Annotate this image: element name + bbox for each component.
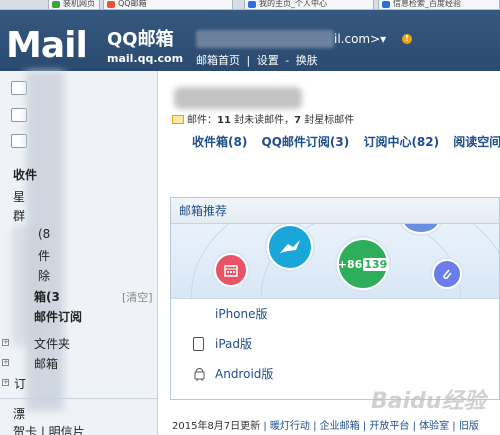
mail-home-link[interactable]: 邮箱首页 [196, 54, 240, 67]
sidebar-item-inbox[interactable]: 收件 [13, 166, 37, 183]
footer-link-warm-light[interactable]: 暖灯行动 [270, 421, 310, 432]
redacted-blur [12, 226, 42, 346]
sidebar-item-subscriptions[interactable]: 邮件订阅 [34, 308, 82, 325]
iphone-version-link[interactable]: iPhone版 [171, 299, 499, 329]
tab-favicon-icon [248, 1, 256, 8]
tab-label: 装机网页 [63, 0, 95, 8]
mail-logo[interactable]: Mail [6, 28, 88, 64]
user-email-text: il.com> [334, 32, 381, 46]
inbox-link[interactable]: 收件箱(8) [192, 135, 247, 149]
mail-summary: 邮件：11 封未读邮件，7 封星标邮件 [172, 111, 354, 126]
iphone-label: iPhone版 [215, 307, 268, 321]
tab-label: 信息检索_百度经验 [393, 0, 461, 8]
header-links: 邮箱首页 | 设置 - 换肤 [196, 52, 321, 68]
unread-text: 封未读邮件， [230, 115, 295, 126]
quick-links: 收件箱(8) QQ邮件订阅(3) 订阅中心(82) 阅读空间 [192, 133, 500, 150]
recommend-list: iPhone版 iPad版 Android版 [171, 299, 499, 389]
recommend-title: 邮箱推荐 [171, 198, 499, 224]
footer: 2015年8月7日更新 | 暖灯行动 | 企业邮箱 | 开放平台 | 体验室 |… [172, 421, 479, 432]
ipad-icon [193, 337, 204, 351]
greeting-card-link[interactable]: 贺卡 | 明信片 [13, 423, 85, 435]
sidebar-item-count[interactable]: (8 [38, 227, 50, 241]
sidebar: 收件 星 群 (8 件 除 箱(3 邮件订阅 [清空] + 文件夹 + 邮箱 +… [0, 71, 158, 435]
drift-bottle-link[interactable]: 漂 [13, 405, 25, 422]
recommend-panel: 邮箱推荐 +86 139 iPhone版 iPad版 Android版 [170, 197, 500, 400]
tab-2[interactable]: QQ邮箱 [103, 0, 233, 9]
qq-mail-brand: QQ邮箱 [107, 29, 174, 50]
summary-prefix: 邮件： [187, 115, 217, 126]
android-icon [193, 367, 206, 382]
envelope-icon [172, 115, 184, 124]
footer-link-lab[interactable]: 体验室 [419, 421, 449, 432]
sidebar-item-deleted[interactable]: 除 [38, 267, 50, 284]
separator: | [246, 54, 251, 67]
phone-number-icon[interactable]: +86 139 [337, 238, 389, 290]
reading-space-link[interactable]: 阅读空间 [453, 135, 500, 149]
compose-icon[interactable] [11, 81, 27, 95]
recommend-banner[interactable]: +86 139 [171, 224, 499, 299]
calendar-icon[interactable] [214, 253, 248, 287]
qq-subscription-link[interactable]: QQ邮件订阅(3) [262, 135, 350, 149]
chevron-down-icon[interactable]: ▾ [380, 32, 386, 46]
expand-icon[interactable]: + [2, 339, 9, 346]
user-greeting-blurred [174, 87, 302, 109]
tab-favicon-icon [107, 1, 115, 8]
update-date: 2015年8月7日更新 [172, 421, 261, 432]
phone-prefix: +86 [337, 257, 363, 271]
change-skin-link[interactable]: 换肤 [296, 54, 318, 67]
phone-number: 139 [363, 257, 389, 271]
sidebar-folders[interactable]: 文件夹 [34, 335, 70, 352]
android-label: Android版 [215, 367, 274, 381]
footer-link-old-version[interactable]: 旧版 [459, 421, 479, 432]
user-name-blurred [196, 30, 334, 48]
mail-domain: mail.qq.com [107, 52, 184, 65]
starred-text: 封星标邮件 [301, 115, 355, 126]
divider [0, 398, 157, 399]
tab-favicon-icon [52, 1, 60, 8]
baidu-watermark: Baidu经验 [371, 389, 486, 414]
footer-link-open-platform[interactable]: 开放平台 [369, 421, 409, 432]
apple-icon [193, 307, 206, 322]
tab-label: QQ邮箱 [118, 0, 147, 8]
bird-icon[interactable] [267, 224, 313, 270]
ipad-version-link[interactable]: iPad版 [171, 329, 499, 359]
subscription-center-link[interactable]: 订阅中心(82) [363, 135, 439, 149]
tab-label: 我的主页_个人中心 [259, 0, 327, 8]
tab-3[interactable]: 我的主页_个人中心 [244, 0, 374, 9]
browser-tab-strip: 装机网页 QQ邮箱 我的主页_个人中心 信息检索_百度经验 [0, 0, 500, 10]
expand-icon[interactable]: + [2, 359, 9, 366]
sidebar-item-groups[interactable]: 群 [13, 207, 25, 224]
sidebar-other-mailboxes[interactable]: 邮箱 [34, 355, 58, 372]
tab-favicon-icon [382, 1, 390, 8]
tab-4[interactable]: 信息检索_百度经验 [378, 0, 500, 9]
user-email[interactable]: il.com>▾ [334, 32, 386, 46]
expand-icon[interactable]: + [2, 379, 9, 386]
main-content: 邮件：11 封未读邮件，7 封星标邮件 收件箱(8) QQ邮件订阅(3) 订阅中… [159, 71, 500, 435]
unread-count[interactable]: 11 [217, 115, 231, 126]
sidebar-item-sent[interactable]: 件 [38, 247, 50, 264]
inbox-icon[interactable] [11, 108, 27, 122]
warning-icon[interactable]: ! [402, 34, 412, 44]
clear-spam-link[interactable]: [清空] [122, 289, 153, 305]
tab-1[interactable]: 装机网页 [48, 0, 100, 9]
sidebar-item-starred[interactable]: 星 [13, 188, 25, 205]
ipad-label: iPad版 [215, 337, 253, 351]
attachment-icon[interactable] [432, 259, 462, 289]
contacts-icon[interactable] [11, 134, 27, 148]
separator: - [285, 54, 290, 67]
sidebar-item-spam[interactable]: 箱(3 [34, 288, 60, 305]
mail-header: Mail QQ邮箱 mail.qq.com il.com>▾ ! 邮箱首页 | … [0, 10, 500, 71]
sidebar-subscriptions-folder[interactable]: 订 [14, 375, 26, 392]
settings-link[interactable]: 设置 [257, 54, 279, 67]
footer-link-enterprise-mail[interactable]: 企业邮箱 [320, 421, 360, 432]
